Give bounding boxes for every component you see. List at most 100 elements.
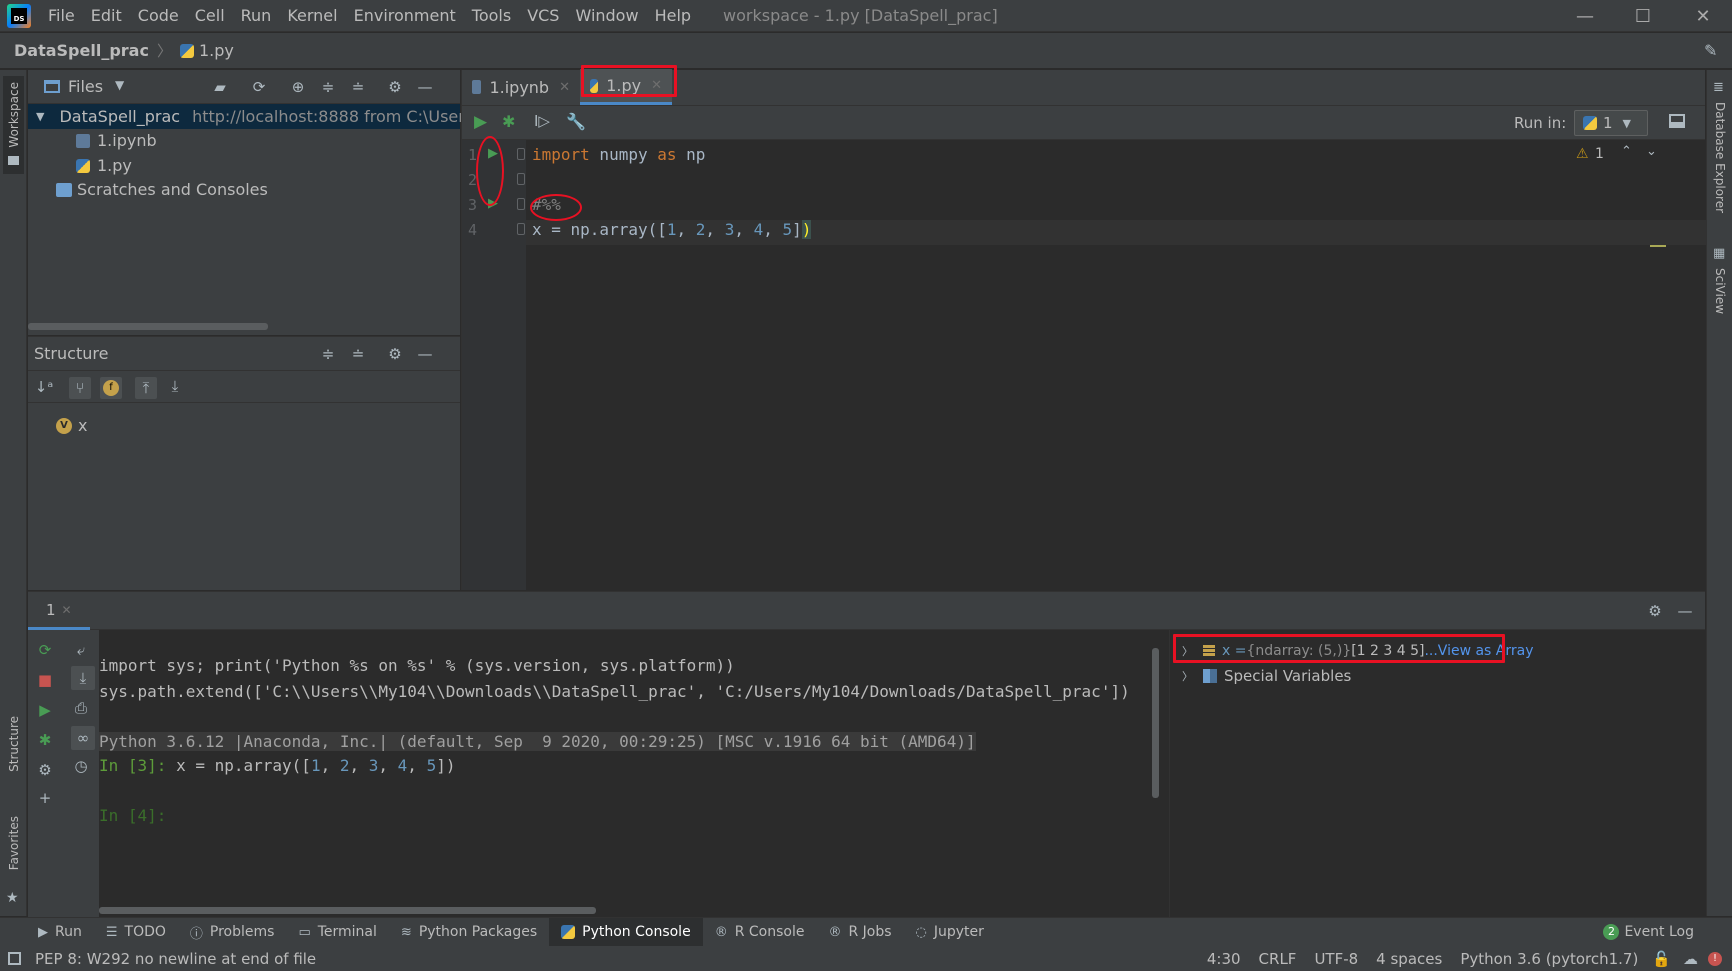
chevron-down-icon[interactable]: ▼: [115, 78, 124, 92]
sync-icon[interactable]: ⟳: [250, 78, 268, 96]
horizontal-scrollbar[interactable]: [99, 907, 596, 914]
fold-icon[interactable]: [517, 173, 525, 185]
debug-icon[interactable]: ✱: [502, 112, 515, 131]
workspace-tool-button[interactable]: Workspace: [3, 76, 24, 174]
tab-1-ipynb[interactable]: 1.ipynb ✕: [462, 69, 580, 105]
filter-icon[interactable]: ⑂: [69, 377, 91, 399]
breadcrumb-file[interactable]: 1.py: [199, 41, 234, 60]
interpreter-selector[interactable]: Python 3.6 (pytorch1.7): [1460, 950, 1638, 968]
minimize-icon[interactable]: —: [1556, 0, 1614, 32]
close-tab-icon[interactable]: ✕: [62, 603, 72, 617]
tab-python-packages[interactable]: ≋ Python Packages: [389, 918, 549, 947]
sciview-tool-button[interactable]: ▦ SciView: [1710, 246, 1730, 346]
menu-environment[interactable]: Environment: [346, 0, 464, 32]
fold-icon[interactable]: [517, 198, 525, 210]
menu-run[interactable]: Run: [233, 0, 280, 32]
next-warning-icon[interactable]: ⌄: [1646, 144, 1657, 159]
menu-edit[interactable]: Edit: [83, 0, 130, 32]
previous-warning-icon[interactable]: ⌃: [1621, 144, 1632, 159]
show-variables-icon[interactable]: ∞: [71, 726, 95, 750]
new-folder-icon[interactable]: ▰: [211, 78, 229, 96]
indent-setting[interactable]: 4 spaces: [1376, 950, 1442, 968]
toggle-tool-windows-icon[interactable]: [8, 952, 21, 965]
menu-kernel[interactable]: Kernel: [279, 0, 345, 32]
locate-icon[interactable]: ⊕: [289, 78, 307, 96]
show-fields-icon[interactable]: f: [100, 377, 122, 399]
tab-python-console[interactable]: Python Console: [549, 917, 703, 947]
tab-run[interactable]: ▶ Run: [26, 918, 94, 947]
structure-tool-button[interactable]: Structure: [3, 710, 24, 802]
close-window-icon[interactable]: ✕: [1674, 0, 1732, 32]
menu-help[interactable]: Help: [647, 0, 699, 32]
fold-icon[interactable]: [517, 223, 525, 235]
structure-item-x[interactable]: V x: [56, 413, 87, 438]
sort-alpha-icon[interactable]: ↓ᵃ: [35, 378, 53, 396]
stop-icon[interactable]: ■: [35, 670, 55, 690]
tree-row-py[interactable]: 1.py: [76, 153, 132, 178]
add-console-icon[interactable]: +: [35, 788, 55, 808]
code-editor[interactable]: import numpy as np #%% x = np.array([1, …: [526, 140, 1706, 590]
collapse-all-icon[interactable]: ≐: [349, 345, 367, 363]
tree-row-scratches[interactable]: Scratches and Consoles: [56, 177, 268, 202]
expand-all-icon[interactable]: ≑: [319, 78, 337, 96]
vertical-scrollbar[interactable]: [1152, 648, 1159, 798]
event-log-button[interactable]: 2 Event Log: [1591, 918, 1706, 947]
layout-icon[interactable]: [1669, 114, 1685, 128]
variable-row-special[interactable]: 〉 Special Variables: [1182, 665, 1351, 687]
scroll-to-end-icon[interactable]: ⤓: [71, 666, 95, 690]
fold-icon[interactable]: [517, 148, 525, 160]
notifications-icon[interactable]: ☁: [1683, 950, 1698, 968]
menu-window[interactable]: Window: [567, 0, 646, 32]
gear-icon[interactable]: ⚙: [386, 78, 404, 96]
file-encoding[interactable]: UTF-8: [1314, 950, 1358, 968]
run-in-select[interactable]: 1 ▼: [1574, 110, 1648, 136]
execute-icon[interactable]: ▶: [35, 700, 55, 720]
wrench-icon[interactable]: 🔧: [566, 112, 586, 131]
menu-tools[interactable]: Tools: [464, 0, 519, 32]
menu-code[interactable]: Code: [130, 0, 187, 32]
hide-panel-icon[interactable]: —: [1676, 602, 1694, 620]
hide-panel-icon[interactable]: —: [416, 345, 434, 363]
caret-position[interactable]: 4:30: [1207, 950, 1241, 968]
tab-todo[interactable]: ☰ TODO: [94, 918, 178, 947]
console-tab[interactable]: 1 ✕: [28, 592, 90, 630]
tab-terminal[interactable]: ▭ Terminal: [286, 918, 388, 947]
gear-icon[interactable]: ⚙: [386, 345, 404, 363]
favorites-tool-button[interactable]: Favorites ★: [3, 810, 24, 910]
expand-all-icon[interactable]: ≑: [319, 345, 337, 363]
error-indicator-icon[interactable]: !: [1708, 951, 1722, 966]
tab-problems[interactable]: ⓘ Problems: [178, 918, 287, 947]
soft-wrap-icon[interactable]: ⤶: [71, 640, 91, 660]
tab-r-console[interactable]: ® R Console: [703, 918, 817, 947]
lock-icon[interactable]: 🔓: [1652, 950, 1671, 968]
tree-row-ipynb[interactable]: 1.ipynb: [76, 128, 157, 153]
collapse-all-icon[interactable]: ≐: [349, 78, 367, 96]
warning-icon[interactable]: ⚠: [1576, 146, 1589, 162]
debug-icon[interactable]: ✱: [35, 730, 55, 750]
tab-jupyter[interactable]: ◌ Jupyter: [904, 918, 996, 947]
gear-icon[interactable]: ⚙: [1646, 602, 1664, 620]
warning-stripe-marker[interactable]: [1650, 245, 1666, 247]
edit-icon[interactable]: ✎: [1704, 41, 1717, 60]
settings-icon[interactable]: ⚙: [35, 760, 55, 780]
files-view-selector[interactable]: Files: [68, 77, 103, 96]
database-explorer-tool-button[interactable]: ≣ Database Explorer: [1710, 80, 1730, 220]
line-separator[interactable]: CRLF: [1259, 950, 1297, 968]
horizontal-scrollbar[interactable]: [28, 323, 268, 330]
history-icon[interactable]: ◷: [71, 756, 91, 776]
tab-r-jobs[interactable]: ® R Jobs: [816, 918, 903, 947]
hide-panel-icon[interactable]: —: [416, 78, 434, 96]
tree-row-root[interactable]: ▼ DataSpell_prac http://localhost:8888 f…: [28, 104, 473, 129]
maximize-icon[interactable]: ☐: [1614, 0, 1672, 32]
chevron-right-icon[interactable]: 〉: [1182, 668, 1193, 684]
print-icon[interactable]: ⎙: [71, 698, 91, 718]
run-cursor-icon[interactable]: I▷: [534, 112, 550, 130]
console-output[interactable]: import sys; print('Python %s on %s' % (s…: [99, 630, 1159, 917]
close-tab-icon[interactable]: ✕: [559, 80, 570, 95]
menu-cell[interactable]: Cell: [187, 0, 233, 32]
menu-vcs[interactable]: VCS: [519, 0, 567, 32]
rerun-icon[interactable]: ⟳: [35, 640, 55, 660]
breadcrumb-project[interactable]: DataSpell_prac: [14, 41, 149, 60]
show-inherited-icon[interactable]: ⤒: [135, 377, 157, 399]
expand-down-icon[interactable]: ⤓: [166, 377, 184, 395]
